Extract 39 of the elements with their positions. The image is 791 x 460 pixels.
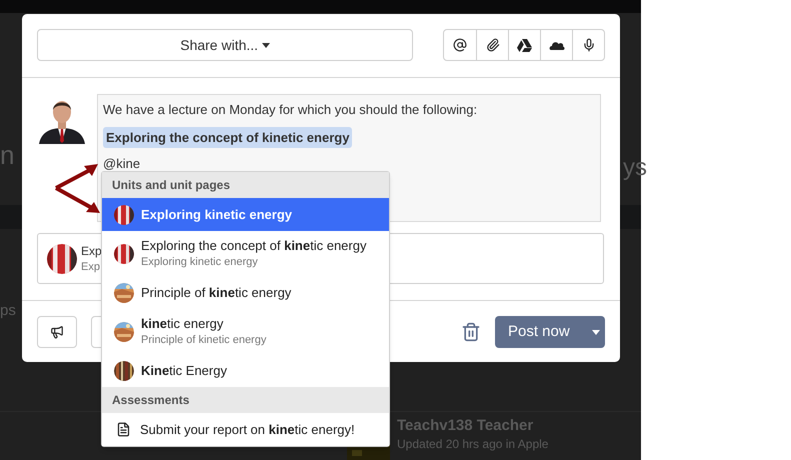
option-subtitle: Principle of kinetic energy — [141, 332, 266, 348]
option-title: Principle of kinetic energy — [141, 284, 292, 300]
option-title: Submit your report on kinetic energy! — [140, 422, 355, 438]
mention-option[interactable]: Kinetic Energy — [102, 354, 389, 387]
mention-option[interactable]: Exploring the concept of kinetic energy Exploring kinetic energy — [102, 231, 389, 276]
option-subtitle: Exploring kinetic energy — [141, 254, 259, 270]
attachment-subtitle: Exp — [81, 260, 101, 274]
delete-icon[interactable] — [461, 322, 481, 342]
post-author: Teachv138 Teacher — [397, 417, 534, 435]
cloud-icon — [548, 40, 565, 50]
caret-icon — [592, 330, 600, 334]
option-title: Exploring the concept of kinetic energy — [141, 238, 366, 254]
caret-icon — [262, 42, 270, 48]
post-meta: Updated 20 hrs ago in Apple — [397, 436, 548, 453]
option-title: Exploring kinetic energy — [141, 206, 292, 222]
mention-option[interactable]: Submit your report on kinetic energy! — [102, 413, 389, 446]
share-with-button[interactable]: Share with... — [37, 29, 414, 61]
mention-option[interactable]: Exploring kinetic energy — [102, 198, 389, 231]
background-text: n — [0, 139, 14, 172]
triangle-logo-icon — [517, 38, 532, 52]
message-text: We have a lecture on Monday for which you should the following: — [103, 101, 478, 119]
group-header: Units and unit pages — [102, 172, 389, 198]
background-text: ps — [0, 301, 16, 321]
paperclip-icon — [486, 38, 500, 52]
option-title: Kinetic Energy — [141, 362, 227, 378]
attachment-title: Exp — [81, 242, 102, 258]
arrows-drawing — [52, 162, 102, 216]
typed-mention: @kine — [103, 155, 140, 173]
group-header: Assessments — [102, 387, 389, 413]
announce-button[interactable] — [37, 316, 77, 348]
document-icon — [116, 422, 131, 437]
mention-option[interactable]: Principle of kinetic energy — [102, 276, 389, 309]
megaphone-icon — [50, 325, 64, 339]
mention-chip: Exploring the concept of kinetic energy — [103, 126, 352, 148]
at-sign-icon — [453, 38, 468, 52]
mention-option[interactable]: kinetic energy Principle of kinetic energy — [102, 309, 389, 354]
post-now-button[interactable]: Post now — [495, 316, 605, 348]
microphone-icon — [582, 38, 596, 52]
option-title: kinetic energy — [141, 316, 224, 332]
